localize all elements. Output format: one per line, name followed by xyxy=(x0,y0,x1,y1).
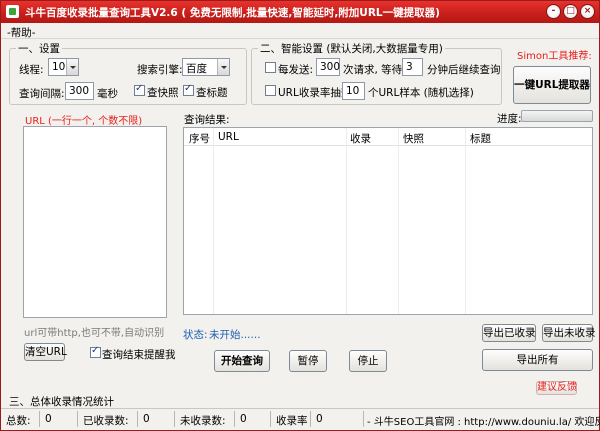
interval-input[interactable]: 300 xyxy=(65,82,94,100)
unindexed-label: 未收录数: xyxy=(180,415,226,427)
start-button[interactable]: 开始查询 xyxy=(214,350,270,372)
export-all-button[interactable]: 导出所有 xyxy=(482,349,593,371)
feedback-button[interactable]: 建议反馈 xyxy=(536,381,577,395)
simon-label: Simon工具推荐: xyxy=(517,51,592,62)
total-label: 总数: xyxy=(6,415,31,427)
export-indexed-button[interactable]: 导出已收录 xyxy=(482,324,536,342)
site-link[interactable]: - 斗牛SEO工具官网 : http://www.douniu.la/ 欢迎反馈… xyxy=(367,413,600,428)
unindexed-value: 0 xyxy=(240,413,247,425)
progress-label: 进度: xyxy=(497,113,522,125)
status-divider xyxy=(310,411,311,427)
sample-suffix: 个URL样本 (随机选择) xyxy=(368,87,474,99)
url-textarea[interactable] xyxy=(23,126,167,318)
minimize-button[interactable]: - xyxy=(546,4,561,19)
indexed-label: 已收录数: xyxy=(83,415,129,427)
col-header-title[interactable]: 标题 xyxy=(470,131,491,146)
threads-label: 线程: xyxy=(19,64,44,76)
status-divider xyxy=(174,411,175,427)
menu-bar: -帮助- xyxy=(1,23,599,39)
app-window: 斗牛百度收录批量查询工具V2.6 ( 免费无限制,批量快速,智能延时,附加URL… xyxy=(0,0,600,431)
col-header-url[interactable]: URL xyxy=(218,131,239,143)
interval-label: 查询间隔: xyxy=(19,88,65,100)
status-divider xyxy=(234,411,235,427)
close-button[interactable]: × xyxy=(580,4,595,19)
every-input[interactable]: 300 xyxy=(316,58,340,76)
export-unindexed-button[interactable]: 导出未收录 xyxy=(542,324,596,342)
sample-checkbox[interactable] xyxy=(265,85,276,96)
remind-checkbox[interactable] xyxy=(90,345,101,358)
remind-label: 查询结束提醒我 xyxy=(102,349,176,361)
clear-url-button[interactable]: 清空URL xyxy=(24,343,67,361)
engine-value: 百度 xyxy=(186,63,207,75)
title-checkbox[interactable] xyxy=(183,83,194,96)
col-header-indexed[interactable]: 收录 xyxy=(350,131,371,146)
url-hint: url可带http,也可不带,自动识别 xyxy=(24,328,165,339)
column-divider xyxy=(346,128,347,314)
interval-unit: 毫秒 xyxy=(97,88,118,100)
progress-bar xyxy=(521,110,593,122)
column-divider xyxy=(465,128,466,314)
snapshot-label: 查快照 xyxy=(147,87,179,99)
engine-label: 搜索引擎: xyxy=(137,64,183,76)
column-divider xyxy=(398,128,399,314)
sample-input[interactable]: 10 xyxy=(342,82,365,100)
col-header-index[interactable]: 序号 xyxy=(189,131,210,146)
maximize-button[interactable]: □ xyxy=(563,4,578,19)
menu-help[interactable]: -帮助- xyxy=(7,25,36,40)
resume-label: 分钟后继续查询 xyxy=(427,64,501,76)
status-bar: 总数: 0 已收录数: 0 未收录数: 0 收录率 0 - 斗牛SEO工具官网 … xyxy=(1,408,600,430)
engine-select[interactable]: 百度 xyxy=(182,58,230,76)
chevron-down-icon xyxy=(217,59,229,75)
stop-button[interactable]: 停止 xyxy=(349,350,387,372)
snapshot-checkbox[interactable] xyxy=(134,83,145,96)
threads-value: 10 xyxy=(52,61,66,73)
app-icon xyxy=(6,5,19,18)
total-value: 0 xyxy=(45,413,52,425)
rate-label: 收录率 xyxy=(276,415,308,427)
status-value: 未开始...... xyxy=(209,329,261,341)
status-divider xyxy=(39,411,40,427)
status-divider xyxy=(137,411,138,427)
url-extractor-button[interactable]: 一键URL提取器 xyxy=(513,66,591,104)
col-header-snapshot[interactable]: 快照 xyxy=(403,131,424,146)
title-check-label: 查标题 xyxy=(196,87,228,99)
status-divider xyxy=(363,411,364,427)
table-header: 序号 URL 收录 快照 标题 xyxy=(184,128,592,146)
column-divider xyxy=(213,128,214,314)
threads-select[interactable]: 10 xyxy=(48,58,79,76)
status-divider xyxy=(270,411,271,427)
pause-button[interactable]: 暂停 xyxy=(289,350,327,372)
wait-input[interactable]: 3 xyxy=(402,58,423,76)
settings-group-title: 一、设置 xyxy=(16,41,62,56)
status-divider xyxy=(77,411,78,427)
stats-title: 三、总体收录情况统计 xyxy=(9,396,114,408)
title-bar[interactable]: 斗牛百度收录批量查询工具V2.6 ( 免费无限制,批量快速,智能延时,附加URL… xyxy=(1,1,599,23)
chevron-down-icon xyxy=(66,59,78,75)
status-prefix: 状态: xyxy=(183,329,208,341)
rate-value: 0 xyxy=(316,413,323,425)
every-checkbox[interactable] xyxy=(265,62,276,73)
every-label: 每发送: xyxy=(278,64,314,76)
url-panel-label: URL (一行一个, 个数不限) xyxy=(25,116,143,127)
wait-label: 次请求, 等待: xyxy=(343,64,406,76)
indexed-value: 0 xyxy=(143,413,150,425)
window-title: 斗牛百度收录批量查询工具V2.6 ( 免费无限制,批量快速,智能延时,附加URL… xyxy=(25,7,440,19)
results-table[interactable]: 序号 URL 收录 快照 标题 xyxy=(183,127,593,315)
smart-group-title: 二、智能设置 (默认关闭,大数据量专用) xyxy=(258,41,445,56)
results-label: 查询结果: xyxy=(184,114,230,126)
